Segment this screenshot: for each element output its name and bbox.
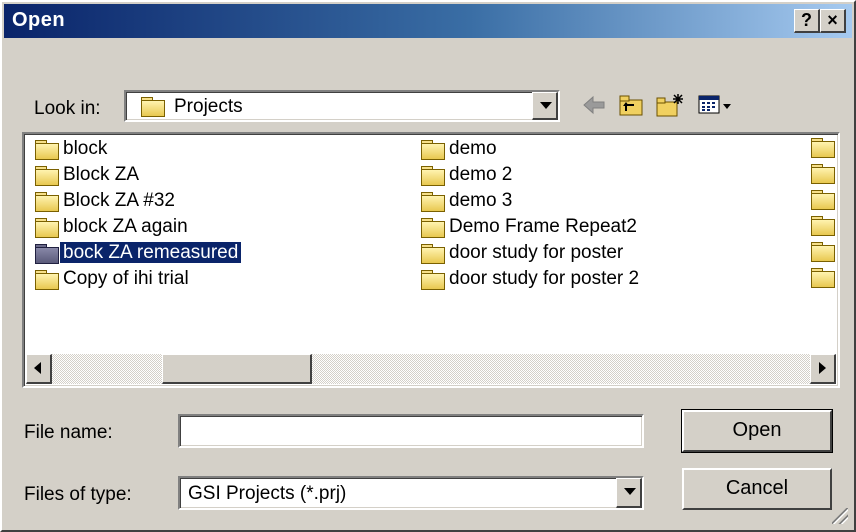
list-item[interactable]: demo 2 — [420, 162, 515, 188]
list-item[interactable]: Block ZA — [34, 162, 142, 188]
scroll-right-button[interactable] — [810, 354, 836, 384]
folder-icon — [34, 243, 60, 264]
folder-icon — [420, 165, 446, 186]
file-name-input[interactable] — [178, 414, 644, 448]
list-item[interactable]: demo — [420, 136, 500, 162]
close-button[interactable]: × — [820, 9, 846, 33]
create-new-folder-icon[interactable] — [654, 91, 686, 119]
list-item-label: door study for poster 2 — [449, 268, 640, 289]
folder-icon — [34, 191, 60, 212]
list-item[interactable]: Block ZA #32 — [34, 188, 178, 214]
up-one-level-icon[interactable] — [616, 91, 646, 119]
list-item[interactable]: Demo Frame Repeat2 — [420, 214, 640, 240]
window-title: Open — [12, 9, 66, 31]
resize-grip-icon[interactable] — [832, 508, 848, 524]
list-item-label: Block ZA — [63, 164, 140, 185]
list-item-label: demo 3 — [449, 190, 513, 211]
look-in-value: Projects — [174, 96, 243, 117]
horizontal-scrollbar[interactable] — [26, 354, 836, 384]
list-item[interactable]: Copy of ihi trial — [34, 266, 192, 292]
list-item[interactable]: block ZA again — [34, 214, 191, 240]
list-item-label: block ZA again — [63, 216, 188, 237]
folder-icon — [34, 269, 60, 290]
look-in-combo[interactable]: Projects — [124, 90, 560, 122]
list-item-label: Copy of ihi trial — [63, 268, 189, 289]
folder-icon — [34, 165, 60, 186]
list-item-label: demo 2 — [449, 164, 513, 185]
folder-icon — [810, 137, 836, 158]
file-type-combo[interactable]: GSI Projects (*.prj) — [178, 476, 644, 510]
list-item[interactable]: door study for poster — [420, 240, 626, 266]
folder-icon — [810, 215, 836, 236]
scroll-track[interactable] — [52, 354, 810, 384]
folder-icon — [420, 191, 446, 212]
chevron-left-icon — [34, 362, 41, 374]
view-menu-icon[interactable] — [696, 91, 736, 119]
folder-icon — [810, 241, 836, 262]
back-arrow-icon[interactable] — [580, 91, 608, 119]
list-item-label: block — [63, 138, 108, 159]
list-item-label: door study for poster — [449, 242, 624, 263]
list-item-label: bock ZA remeasured — [58, 241, 243, 264]
file-list[interactable]: block Block ZA Block ZA #32 block ZA again b… — [22, 132, 840, 388]
list-item[interactable]: door study for poster 2 — [420, 266, 642, 292]
scroll-thumb[interactable] — [162, 354, 312, 384]
file-type-value: GSI Projects (*.prj) — [188, 483, 347, 504]
folder-icon — [420, 139, 446, 160]
chevron-right-icon — [819, 362, 826, 374]
folder-icon — [34, 217, 60, 238]
list-item[interactable]: block — [34, 136, 110, 162]
file-name-label: File name: — [24, 422, 113, 443]
list-item[interactable]: bock ZA remeasured — [34, 240, 243, 266]
folder-icon — [810, 267, 836, 288]
folder-icon — [34, 139, 60, 160]
cancel-button[interactable]: Cancel — [682, 468, 832, 510]
look-in-label: Look in: — [34, 98, 101, 119]
folder-icon — [420, 243, 446, 264]
list-item-label: Block ZA #32 — [63, 190, 175, 211]
folder-icon — [140, 96, 166, 117]
list-item-label: Demo Frame Repeat2 — [449, 216, 637, 237]
help-button[interactable]: ? — [794, 9, 820, 33]
open-dialog: Open ? × Look in: Projects block Block ZA… — [0, 0, 856, 532]
folder-icon — [810, 189, 836, 210]
open-button[interactable]: Open — [681, 409, 833, 453]
scroll-left-button[interactable] — [26, 354, 52, 384]
folder-icon — [420, 269, 446, 290]
folder-icon — [420, 217, 446, 238]
file-type-dropdown-arrow[interactable] — [616, 478, 642, 508]
list-item[interactable]: demo 3 — [420, 188, 515, 214]
look-in-dropdown-arrow[interactable] — [532, 92, 558, 120]
title-bar[interactable]: Open ? × — [4, 4, 852, 38]
file-type-label: Files of type: — [24, 484, 132, 505]
list-item-label: demo — [449, 138, 497, 159]
folder-icon — [810, 163, 836, 184]
